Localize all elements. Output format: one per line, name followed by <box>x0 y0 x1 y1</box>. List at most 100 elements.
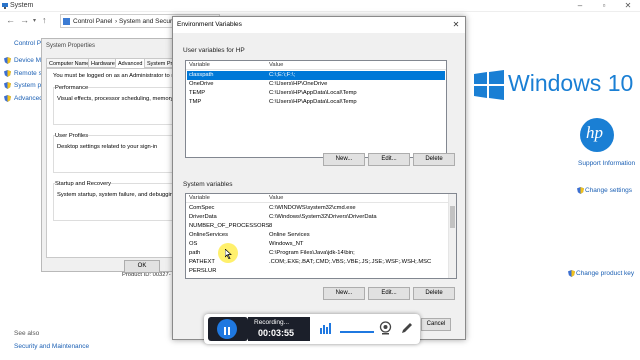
env-dialog-title: Environment Variables <box>177 21 242 28</box>
var-value: C:\Program Files\Java\jdk-14\bin; <box>269 250 355 256</box>
breadcrumb-control-panel[interactable]: Control Panel <box>73 18 112 25</box>
volume-slider[interactable] <box>340 331 374 333</box>
var-name: OnlineServices <box>189 232 228 238</box>
var-name: OS <box>189 241 198 247</box>
recording-toolbar: Recording... 00:03:55 <box>204 314 420 344</box>
user-edit-button[interactable]: Edit... <box>368 153 410 166</box>
user-variables-list[interactable]: Variable Value classpath C:\;E:\;F:\; On… <box>185 60 447 158</box>
cancel-button[interactable]: Cancel <box>421 318 451 331</box>
recording-status: Recording... <box>254 319 290 326</box>
user-profiles-title: User Profiles <box>55 133 89 139</box>
column-header-value[interactable]: Value <box>269 195 283 201</box>
windows-flag-icon <box>474 70 504 100</box>
audio-level-icon[interactable] <box>319 322 331 334</box>
computer-icon <box>2 3 8 9</box>
pause-icon <box>217 319 237 339</box>
user-var-row[interactable]: OneDrive C:\Users\HP\OneDrive <box>187 80 445 89</box>
system-edit-button[interactable]: Edit... <box>368 287 410 300</box>
windows-logo-text: Windows 10 <box>508 70 634 96</box>
var-value: C:\WINDOWS\system32\cmd.exe <box>269 205 356 211</box>
control-panel-icon <box>63 18 70 25</box>
user-var-row[interactable]: TMP C:\Users\HP\AppData\Local\Temp <box>187 98 445 107</box>
mouse-pointer-icon <box>225 249 232 259</box>
system-delete-button[interactable]: Delete <box>413 287 455 300</box>
system-window-title: System <box>10 2 34 9</box>
user-profiles-text: Desktop settings related to your sign-in <box>57 144 158 150</box>
column-header-value[interactable]: Value <box>269 62 283 68</box>
var-value: Online Services <box>269 232 310 238</box>
var-value: C:\Users\HP\OneDrive <box>269 81 328 87</box>
system-var-row[interactable]: DriverData C:\Windows\System32\Drivers\D… <box>187 213 455 222</box>
var-name: TEMP <box>189 90 206 96</box>
system-var-row[interactable]: OnlineServices Online Services <box>187 231 455 240</box>
recording-time: 00:03:55 <box>258 328 295 338</box>
minimize-button[interactable]: – <box>568 0 592 12</box>
recording-info: Recording... 00:03:55 <box>248 317 310 341</box>
advanced-tab-panel: You must be logged on as an Administrato… <box>46 68 192 258</box>
breadcrumb-system-security[interactable]: System and Security <box>119 18 179 25</box>
system-new-button[interactable]: New... <box>323 287 365 300</box>
chevron-down-icon[interactable]: ▾ <box>33 17 36 24</box>
var-name: TMP <box>189 99 202 105</box>
system-properties-dialog: System Properties Computer Name Hardware… <box>41 38 192 273</box>
user-var-row[interactable]: TEMP C:\Users\HP\AppData\Local\Temp <box>187 89 445 98</box>
support-information-link[interactable]: Support Information <box>578 160 635 167</box>
startup-recovery-text: System startup, system failure, and debu… <box>57 192 186 198</box>
ok-button[interactable]: OK <box>124 260 160 273</box>
column-header-variable[interactable]: Variable <box>189 195 210 201</box>
close-window-button[interactable]: ✕ <box>616 0 640 12</box>
pause-recording-button[interactable] <box>208 317 248 341</box>
shield-icon <box>4 95 11 102</box>
security-maintenance-link[interactable]: Security and Maintenance <box>14 343 89 350</box>
system-var-row[interactable]: NUMBER_OF_PROCESSORS 8 <box>187 222 455 231</box>
windows-logo: Windows 10 <box>470 66 635 106</box>
tab-computer-name[interactable]: Computer Name <box>46 58 93 68</box>
tab-hardware[interactable]: Hardware <box>88 58 118 68</box>
startup-recovery-title: Startup and Recovery <box>55 181 112 187</box>
environment-variables-dialog: Environment Variables ✕ User variables f… <box>172 16 466 340</box>
user-var-row[interactable]: classpath C:\;E:\;F:\; <box>187 71 445 80</box>
back-arrow-icon[interactable]: ← <box>6 15 15 25</box>
var-value: Windows_NT <box>269 241 304 247</box>
system-vars-header: Variable Value <box>186 194 456 203</box>
nav-advanced-settings[interactable]: Advanced <box>14 95 43 102</box>
user-profiles-group <box>53 135 181 173</box>
forward-arrow-icon[interactable]: → <box>20 15 29 25</box>
var-name: path <box>189 250 201 256</box>
shield-icon <box>4 82 11 89</box>
change-product-key-link[interactable]: Change product key <box>576 270 634 277</box>
up-arrow-icon[interactable]: ↑ <box>42 15 47 25</box>
var-name: PATHEXT <box>189 259 215 265</box>
hp-logo: hp <box>580 118 614 152</box>
shield-icon <box>577 187 584 194</box>
breadcrumb-separator: › <box>115 18 118 25</box>
var-name: PERSLUR <box>189 268 217 274</box>
var-value: C:\Users\HP\AppData\Local\Temp <box>269 99 357 105</box>
system-var-row[interactable]: PERSLUR <box>187 267 455 276</box>
user-new-button[interactable]: New... <box>323 153 365 166</box>
system-vars-scrollbar[interactable] <box>448 194 456 278</box>
webcam-icon[interactable] <box>379 321 392 335</box>
performance-group <box>53 87 181 125</box>
system-variables-label: System variables <box>183 181 233 188</box>
system-var-row[interactable]: ComSpec C:\WINDOWS\system32\cmd.exe <box>187 204 455 213</box>
scrollbar-thumb[interactable] <box>450 206 455 228</box>
var-name: NUMBER_OF_PROCESSORS <box>189 223 270 229</box>
var-value: C:\Users\HP\AppData\Local\Temp <box>269 90 357 96</box>
close-icon[interactable]: ✕ <box>449 19 463 31</box>
shield-icon <box>4 57 11 64</box>
env-titlebar: Environment Variables ✕ <box>173 17 465 33</box>
hp-logo-text: hp <box>586 123 603 142</box>
var-name: ComSpec <box>189 205 215 211</box>
var-name: OneDrive <box>189 81 214 87</box>
maximize-button[interactable]: ▫ <box>592 0 616 12</box>
tab-advanced[interactable]: Advanced <box>115 58 146 68</box>
system-variables-list[interactable]: Variable Value ComSpec C:\WINDOWS\system… <box>185 193 457 279</box>
column-header-variable[interactable]: Variable <box>189 62 210 68</box>
change-settings-link[interactable]: Change settings <box>585 187 632 194</box>
pen-icon[interactable] <box>400 321 413 335</box>
var-value: C:\;E:\;F:\; <box>269 72 296 78</box>
user-delete-button[interactable]: Delete <box>413 153 455 166</box>
performance-text: Visual effects, processor scheduling, me… <box>57 96 185 102</box>
startup-recovery-group <box>53 183 181 221</box>
